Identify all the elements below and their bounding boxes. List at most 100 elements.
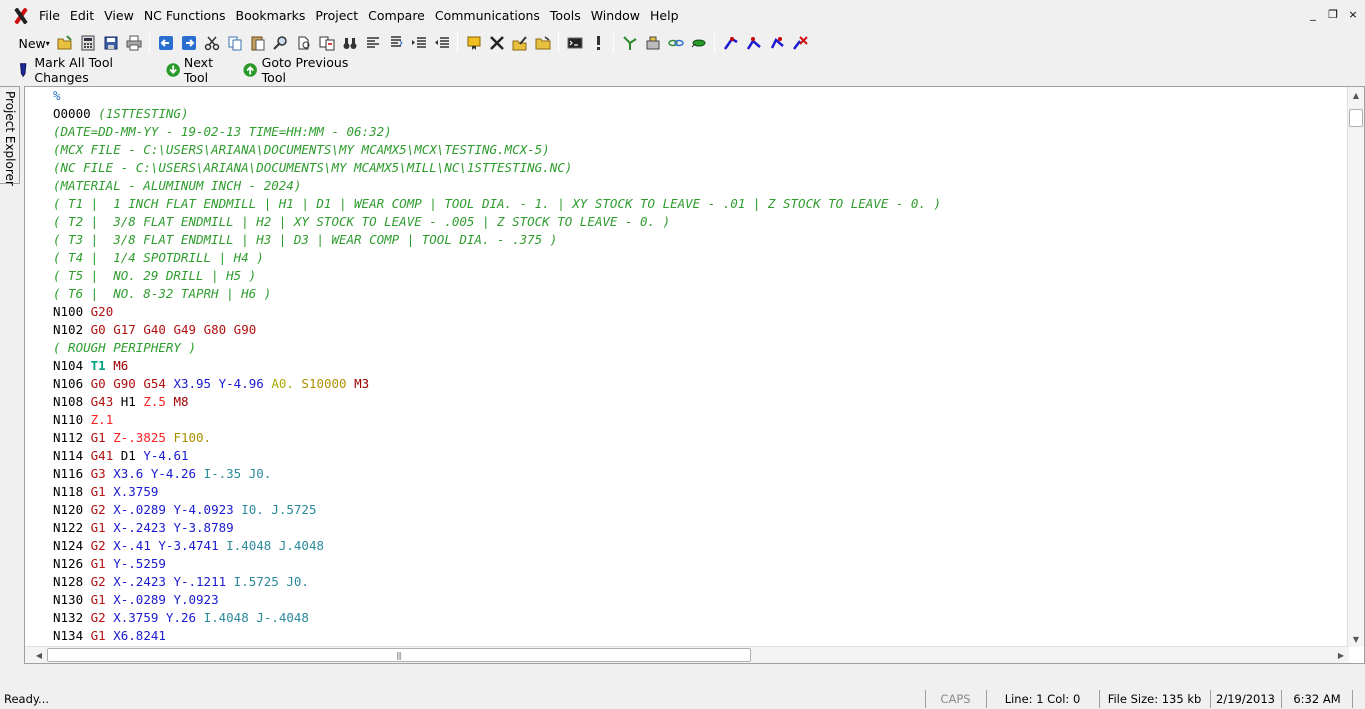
folder-icon [535, 36, 551, 50]
menu-file[interactable]: File [34, 0, 65, 32]
tool-path-button[interactable] [619, 32, 641, 54]
calculator-button[interactable] [77, 32, 99, 54]
code-comment: (DATE=DD-MM-YY - 19-02-13 TIME=HH:MM - 0… [53, 124, 392, 139]
wrap-lines-icon [390, 36, 403, 47]
edit-button[interactable] [509, 32, 531, 54]
code-line[interactable]: (NC FILE - C:\USERS\ARIANA\DOCUMENTS\MY … [53, 159, 941, 177]
menu-communications[interactable]: Communications [430, 0, 545, 32]
wrap-button[interactable] [385, 32, 407, 54]
code-line[interactable]: ( T5 | NO. 29 DRILL | H5 ) [53, 267, 941, 285]
delete-x-icon [489, 36, 504, 50]
code-line[interactable]: N122 G1 X-.2423 Y-3.8789 [53, 519, 941, 537]
menu-window[interactable]: Window [586, 0, 645, 32]
replace-icon [319, 36, 335, 51]
close-icon[interactable]: × [1347, 8, 1359, 21]
backplot-step-button[interactable] [743, 32, 765, 54]
code-line[interactable]: N116 G3 X3.6 Y-4.26 I-.35 J0. [53, 465, 941, 483]
code-line[interactable]: ( T3 | 3/8 FLAT ENDMILL | H3 | D3 | WEAR… [53, 231, 941, 249]
backplot-stop-button[interactable] [789, 32, 811, 54]
horizontal-scroll-thumb[interactable]: ||| [47, 648, 751, 662]
app-logo-icon[interactable] [10, 5, 32, 27]
code-line[interactable]: N100 G20 [53, 303, 941, 321]
outdent-button[interactable] [431, 32, 453, 54]
code-line[interactable]: N126 G1 Y-.5259 [53, 555, 941, 573]
open-project-button[interactable] [532, 32, 554, 54]
project-explorer-tab[interactable]: Project Explorer [0, 86, 20, 186]
code-line[interactable]: N128 G2 X-.2423 Y-.1211 I.5725 J0. [53, 573, 941, 591]
goto-button[interactable] [339, 32, 361, 54]
code-line[interactable]: N134 G1 X6.8241 [53, 627, 941, 645]
find-button[interactable] [270, 32, 292, 54]
code-line[interactable]: O0000 (1STTESTING) [53, 105, 941, 123]
cut-button[interactable] [201, 32, 223, 54]
backplot-button[interactable] [720, 32, 742, 54]
copy-button[interactable] [224, 32, 246, 54]
menu-project[interactable]: Project [310, 0, 363, 32]
code-line[interactable]: N132 G2 X.3759 Y.26 I.4048 J-.4048 [53, 609, 941, 627]
code-line[interactable]: N124 G2 X-.41 Y-3.4741 I.4048 J.4048 [53, 537, 941, 555]
link-button[interactable] [665, 32, 687, 54]
code-line[interactable]: ( T2 | 3/8 FLAT ENDMILL | H2 | XY STOCK … [53, 213, 941, 231]
scroll-up-icon[interactable]: ▲ [1348, 87, 1364, 103]
paste-button[interactable] [247, 32, 269, 54]
code-line[interactable]: N108 G43 H1 Z.5 M8 [53, 393, 941, 411]
horizontal-scrollbar[interactable]: ◀ ||| ▶ [25, 646, 1349, 663]
code-line[interactable]: % [53, 87, 941, 105]
terminal-button[interactable] [564, 32, 586, 54]
vertical-scrollbar[interactable]: ▲ ▼ [1347, 87, 1364, 647]
find-next-button[interactable] [293, 32, 315, 54]
nc-code-area[interactable]: % O0000 (1STTESTING) (DATE=DD-MM-YY - 19-0… [53, 87, 941, 645]
menu-compare[interactable]: Compare [363, 0, 430, 32]
goto-previous-tool-button[interactable]: Goto Previous Tool [243, 55, 365, 85]
code-line[interactable]: N112 G1 Z-.3825 F100. [53, 429, 941, 447]
restore-icon[interactable]: ❐ [1327, 8, 1339, 21]
forward-button[interactable] [178, 32, 200, 54]
backplot-run-button[interactable] [766, 32, 788, 54]
code-line[interactable]: ( ROUGH PERIPHERY ) [53, 339, 941, 357]
code-line[interactable]: N114 G41 D1 Y-4.61 [53, 447, 941, 465]
code-line[interactable]: ( T4 | 1/4 SPOTDRILL | H4 ) [53, 249, 941, 267]
code-line[interactable]: N102 G0 G17 G40 G49 G80 G90 [53, 321, 941, 339]
code-editor[interactable]: % O0000 (1STTESTING) (DATE=DD-MM-YY - 19-0… [24, 86, 1365, 664]
connect-button[interactable] [688, 32, 710, 54]
code-line[interactable]: (MCX FILE - C:\USERS\ARIANA\DOCUMENTS\MY… [53, 141, 941, 159]
code-token: I0. [241, 502, 264, 517]
menu-edit[interactable]: Edit [65, 0, 99, 32]
menu-help[interactable]: Help [645, 0, 684, 32]
code-line[interactable]: N130 G1 X-.0289 Y.0923 [53, 591, 941, 609]
menu-nc-functions[interactable]: NC Functions [139, 0, 231, 32]
code-line[interactable]: ( T1 | 1 INCH FLAT ENDMILL | H1 | D1 | W… [53, 195, 941, 213]
delete-button[interactable] [486, 32, 508, 54]
next-tool-button[interactable]: Next Tool [165, 55, 236, 85]
code-token: N122 [53, 520, 84, 535]
menu-bookmarks[interactable]: Bookmarks [231, 0, 311, 32]
scroll-left-icon[interactable]: ◀ [31, 647, 47, 663]
code-line[interactable]: ( T6 | NO. 8-32 TAPRH | H6 ) [53, 285, 941, 303]
code-line[interactable]: N118 G1 X.3759 [53, 483, 941, 501]
print-button[interactable] [123, 32, 145, 54]
menu-tools[interactable]: Tools [545, 0, 586, 32]
save-button[interactable] [100, 32, 122, 54]
code-line[interactable]: N110 Z.1 [53, 411, 941, 429]
code-line[interactable]: N104 T1 M6 [53, 357, 941, 375]
scroll-down-icon[interactable]: ▼ [1348, 631, 1364, 647]
new-button[interactable]: New ▾ [11, 32, 53, 54]
machine-button[interactable] [642, 32, 664, 54]
alert-button[interactable] [587, 32, 609, 54]
code-line[interactable]: N120 G2 X-.0289 Y-4.0923 I0. J.5725 [53, 501, 941, 519]
vertical-scroll-thumb[interactable] [1349, 109, 1363, 127]
mark-all-tool-changes-button[interactable]: Mark All Tool Changes [16, 55, 158, 85]
align-button[interactable] [362, 32, 384, 54]
code-line[interactable]: N106 G0 G90 G54 X3.95 Y-4.96 A0. S10000 … [53, 375, 941, 393]
indent-button[interactable] [408, 32, 430, 54]
code-line[interactable]: (MATERIAL - ALUMINUM INCH - 2024) [53, 177, 941, 195]
code-token: I.4048 [203, 610, 249, 625]
bookmark-button[interactable] [463, 32, 485, 54]
back-button[interactable] [155, 32, 177, 54]
scroll-right-icon[interactable]: ▶ [1333, 647, 1349, 663]
code-line[interactable]: (DATE=DD-MM-YY - 19-02-13 TIME=HH:MM - 0… [53, 123, 941, 141]
open-button[interactable] [54, 32, 76, 54]
minimize-icon[interactable]: _ [1307, 8, 1319, 21]
replace-button[interactable] [316, 32, 338, 54]
menu-view[interactable]: View [99, 0, 139, 32]
